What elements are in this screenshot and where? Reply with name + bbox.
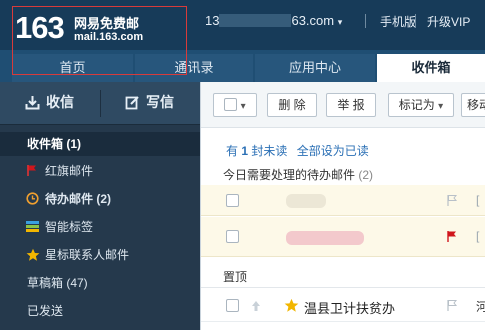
tag-stripes-icon bbox=[26, 221, 39, 232]
account-address[interactable]: 13 63.com ▾ bbox=[205, 13, 342, 28]
todo-header-label: 今日需要处理的待办邮件 bbox=[223, 168, 356, 182]
sidebar-item-sent[interactable]: 已发送 bbox=[0, 299, 200, 323]
tab-inbox[interactable]: 收件箱 bbox=[377, 54, 485, 82]
subject-truncated: [ bbox=[476, 229, 480, 243]
mark-all-read-link[interactable]: 全部设为已读 bbox=[297, 144, 369, 158]
pin-up-arrow-icon[interactable] bbox=[251, 300, 261, 312]
logo-domain: mail.163.com bbox=[74, 31, 144, 43]
chevron-down-icon: ▾ bbox=[337, 17, 343, 27]
redacted-segment bbox=[219, 14, 292, 27]
divider bbox=[201, 287, 485, 288]
sidebar-item-inbox[interactable]: 收件箱 (1) bbox=[0, 132, 200, 156]
sidebar-item-starred-contacts[interactable]: 星标联系人邮件 bbox=[0, 243, 200, 267]
select-all-checkbox[interactable] bbox=[224, 98, 238, 111]
red-flag-icon bbox=[27, 165, 36, 176]
mail-row[interactable]: [ bbox=[201, 185, 485, 216]
sidebar-action-row: 收信 写信 bbox=[0, 82, 200, 125]
mark-as-dropdown[interactable]: 标记为 ▾ bbox=[388, 93, 454, 117]
mark-as-label: 标记为 bbox=[398, 98, 435, 112]
sidebar-item-drafts[interactable]: 草稿箱 (47) bbox=[0, 271, 200, 295]
sidebar-item-label: 红旗邮件 bbox=[45, 164, 94, 178]
compose-label: 写信 bbox=[146, 94, 174, 110]
divider bbox=[100, 90, 101, 117]
star-icon[interactable] bbox=[284, 298, 299, 313]
sidebar-item-label: 智能标签 bbox=[45, 220, 94, 234]
mail-list-pane: ▾ 删 除 举 报 标记为 ▾ 移动 有 1 封未读 全部设为已读 今日需要处理… bbox=[200, 82, 485, 330]
sidebar-item-label: 草稿箱 (47) bbox=[27, 276, 88, 290]
clock-icon bbox=[26, 192, 39, 205]
red-flag-icon[interactable] bbox=[446, 230, 458, 243]
star-icon bbox=[26, 248, 40, 261]
mail-row[interactable]: 温县卫计扶贫办 河 bbox=[201, 290, 485, 322]
logo[interactable]: 163 网易免费邮 mail.163.com bbox=[12, 6, 187, 75]
receive-label: 收信 bbox=[46, 94, 74, 110]
row-checkbox[interactable] bbox=[226, 299, 239, 312]
subject-truncated: [ bbox=[476, 193, 480, 207]
summary-prefix: 有 bbox=[226, 144, 239, 158]
summary-text: 封未读 bbox=[251, 144, 288, 158]
mobile-version-link[interactable]: 手机版 bbox=[380, 13, 416, 30]
pinned-section-header: 置顶 bbox=[223, 268, 247, 285]
logo-name: 网易免费邮 bbox=[74, 17, 140, 32]
mail-sender: 温县卫计扶贫办 bbox=[304, 301, 396, 316]
sidebar-item-smart-tags[interactable]: 智能标签 bbox=[0, 215, 200, 239]
divider bbox=[365, 14, 366, 28]
mail-row[interactable]: [ bbox=[201, 217, 485, 257]
divider bbox=[415, 14, 416, 28]
logo-number: 163 bbox=[15, 10, 65, 45]
sidebar-item-label: 收件箱 (1) bbox=[27, 137, 82, 151]
subject-truncated: 河 bbox=[476, 300, 485, 314]
sidebar-item-label: 待办邮件 (2) bbox=[45, 192, 112, 206]
chevron-down-icon: ▾ bbox=[240, 101, 246, 112]
redacted-sender bbox=[286, 194, 326, 208]
row-checkbox[interactable] bbox=[226, 230, 239, 243]
compose-button[interactable]: 写信 bbox=[125, 92, 174, 112]
flag-outline-icon[interactable] bbox=[446, 299, 458, 312]
sidebar-item-label: 星标联系人邮件 bbox=[45, 248, 130, 262]
download-icon bbox=[25, 96, 40, 110]
receive-button[interactable]: 收信 bbox=[25, 92, 74, 112]
todo-section-header: 今日需要处理的待办邮件 (2) bbox=[223, 166, 373, 183]
todo-count: (2) bbox=[358, 168, 374, 182]
unread-summary: 有 1 封未读 全部设为已读 bbox=[226, 142, 369, 159]
delete-button[interactable]: 删 除 bbox=[267, 93, 317, 117]
sidebar-item-todo[interactable]: 待办邮件 (2) bbox=[0, 187, 200, 211]
pinned-header-label: 置顶 bbox=[223, 270, 248, 284]
tab-app-center[interactable]: 应用中心 bbox=[255, 54, 375, 82]
row-checkbox[interactable] bbox=[226, 194, 239, 207]
unread-count: 1 bbox=[241, 144, 249, 158]
redacted-sender bbox=[286, 231, 364, 245]
chevron-down-icon: ▾ bbox=[438, 101, 444, 112]
report-spam-button[interactable]: 举 报 bbox=[326, 93, 376, 117]
edit-icon bbox=[125, 96, 139, 110]
sidebar-item-label: 已发送 bbox=[27, 304, 64, 318]
sidebar-item-red-flag[interactable]: 红旗邮件 bbox=[0, 159, 200, 183]
toolbar: ▾ 删 除 举 报 标记为 ▾ 移动 bbox=[201, 82, 485, 128]
sidebar: 收信 写信 收件箱 (1) 红旗邮件 待办邮件 (2) 智能标签 星标联系人邮件… bbox=[0, 82, 200, 330]
upgrade-vip-link[interactable]: 升级VIP bbox=[427, 13, 470, 30]
select-all-dropdown[interactable]: ▾ bbox=[213, 93, 257, 117]
move-dropdown[interactable]: 移动 bbox=[461, 93, 485, 117]
flag-outline-icon[interactable] bbox=[446, 194, 458, 207]
